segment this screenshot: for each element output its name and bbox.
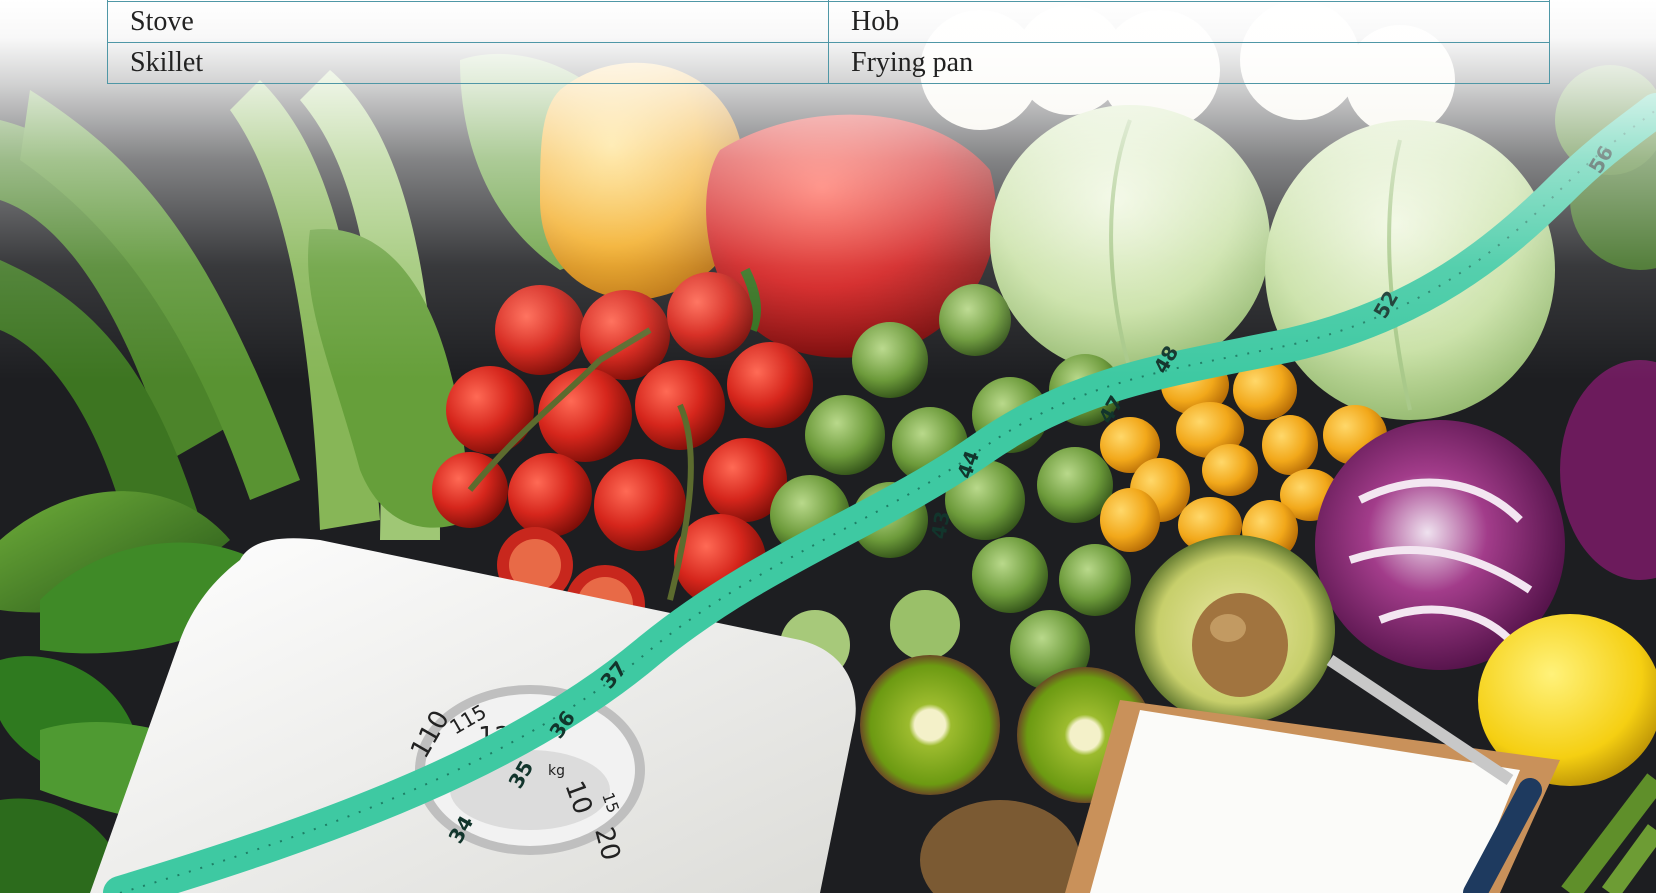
vocabulary-table: Stove Hob Skillet Frying pan	[107, 0, 1550, 84]
uk-term-cell: Hob	[828, 1, 1550, 43]
us-term-cell: Stove	[107, 1, 829, 43]
stage: 110 115 12 125 10 15 20 kg 56 52 48 47 4…	[0, 0, 1656, 893]
table-row: Stove Hob	[107, 1, 1550, 43]
us-term-cell: Skillet	[107, 42, 829, 84]
scale-dial-kg: kg	[548, 763, 565, 779]
table-row: Skillet Frying pan	[107, 42, 1550, 84]
tape-mark-43: 43	[926, 509, 954, 541]
vegetables-photo: 110 115 12 125 10 15 20 kg 56 52 48 47 4…	[0, 0, 1656, 893]
uk-term-cell: Frying pan	[828, 42, 1550, 84]
